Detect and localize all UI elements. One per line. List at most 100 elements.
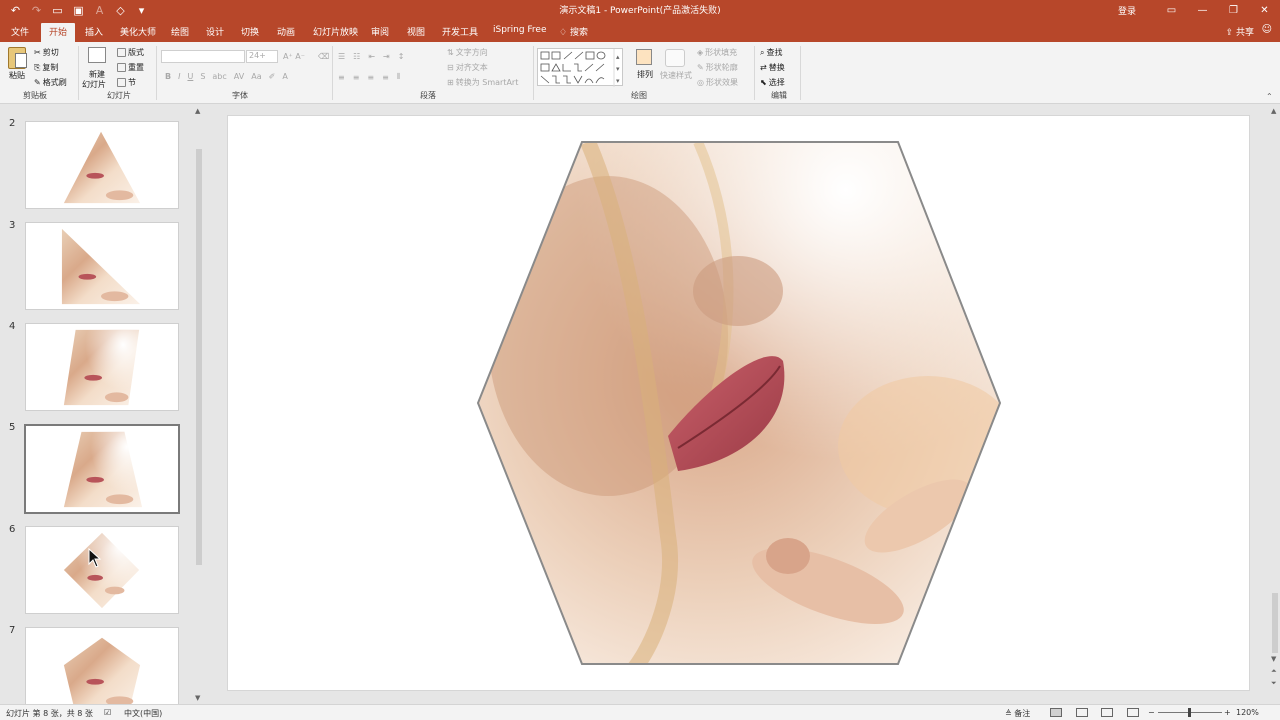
font-size-dropdown[interactable]: 24+ (246, 50, 278, 63)
section-label: 节 (128, 78, 136, 87)
hexagon-photo-shape[interactable] (228, 116, 1251, 692)
font-color-button[interactable]: A (282, 72, 287, 81)
restore-icon[interactable]: ❐ (1218, 5, 1249, 16)
tab-beautify[interactable]: 美化大师 (120, 25, 156, 38)
tab-slideshow[interactable]: 幻灯片放映 (313, 25, 358, 38)
tell-me-search[interactable]: ♢ 搜索 (559, 25, 588, 38)
format-painter-button[interactable]: ✎ 格式刷 (34, 77, 67, 88)
arrange-icon[interactable] (636, 49, 652, 65)
zoom-level[interactable]: 120% (1236, 708, 1259, 717)
bullets-icon[interactable]: ☰ (338, 52, 345, 61)
minimize-icon[interactable]: — (1187, 5, 1218, 16)
spellcheck-icon[interactable]: ☑ (104, 708, 111, 717)
tab-draw[interactable]: 绘图 (171, 25, 189, 38)
slide-thumbnail-4[interactable] (25, 323, 179, 411)
tab-file[interactable]: 文件 (11, 25, 29, 38)
bold-button[interactable]: B (165, 72, 171, 81)
align-center-icon[interactable]: ≡ (353, 73, 360, 82)
reset-button[interactable]: 重置 (117, 62, 144, 73)
numbering-icon[interactable]: ☷ (353, 52, 360, 61)
slide-thumbnail-6[interactable] (25, 526, 179, 614)
notes-button[interactable]: ≜ 备注 (1005, 708, 1030, 719)
layout-button[interactable]: 版式 (117, 47, 144, 58)
copy-button[interactable]: ⎘ 复制 (34, 62, 58, 73)
next-slide-icon[interactable]: ⏷ (1271, 679, 1277, 688)
tab-developer[interactable]: 开发工具 (442, 25, 478, 38)
slide-sorter-view-icon[interactable] (1076, 708, 1088, 717)
scroll-down-icon[interactable]: ▼ (195, 694, 200, 702)
slide-thumbnail-2[interactable] (25, 121, 179, 209)
find-button[interactable]: ⌕ 查找 (760, 47, 782, 58)
tab-insert[interactable]: 插入 (85, 25, 103, 38)
paste-icon[interactable] (8, 47, 27, 69)
scroll-up-icon[interactable]: ▲ (1271, 107, 1276, 115)
new-slide-icon[interactable] (88, 47, 106, 63)
decrease-indent-icon[interactable]: ⇤ (368, 52, 375, 61)
slide-thumbnail-7[interactable] (25, 627, 179, 705)
line-spacing-icon[interactable]: ↕ (398, 52, 405, 61)
thumbnails-scrollbar[interactable]: ▲ ▼ (194, 105, 204, 705)
increase-font-icon[interactable]: A⁺ A⁻ (283, 52, 305, 61)
quick-styles-button[interactable]: 快速样式 (660, 70, 692, 81)
font-name-dropdown[interactable] (161, 50, 245, 63)
justify-icon[interactable]: ≡ (382, 73, 389, 82)
quick-styles-icon[interactable] (665, 49, 685, 67)
tab-animations[interactable]: 动画 (277, 25, 295, 38)
increase-indent-icon[interactable]: ⇥ (383, 52, 390, 61)
select-button[interactable]: ⬉ 选择 (760, 77, 785, 88)
italic-button[interactable]: I (178, 72, 180, 81)
tab-view[interactable]: 视图 (407, 25, 425, 38)
tab-transitions[interactable]: 切换 (241, 25, 259, 38)
change-case-button[interactable]: Aa (251, 72, 261, 81)
scroll-up-icon[interactable]: ▲ (195, 107, 200, 115)
reading-view-icon[interactable] (1101, 708, 1113, 717)
language-indicator[interactable]: 中文(中国) (124, 708, 162, 719)
tab-review[interactable]: 审阅 (371, 25, 389, 38)
highlight-icon[interactable]: ✐ (269, 72, 276, 81)
shape-effects-button[interactable]: ◎ 形状效果 (697, 77, 738, 88)
slide-scroll-thumb[interactable] (1272, 593, 1278, 653)
section-button[interactable]: 节 (117, 77, 136, 88)
underline-button[interactable]: U (187, 72, 193, 81)
zoom-in-icon[interactable]: + (1224, 708, 1231, 717)
slideshow-view-icon[interactable] (1127, 708, 1139, 717)
collapse-ribbon-icon[interactable]: ⌃ (1266, 92, 1273, 101)
strikethrough-button[interactable]: S (200, 72, 205, 81)
share-button[interactable]: ⇪ 共享 (1226, 25, 1254, 38)
normal-view-icon[interactable] (1050, 708, 1062, 717)
shapes-gallery[interactable]: ▴ ▾ ▾ (537, 48, 623, 87)
feedback-smiley-icon[interactable]: ☺ (1262, 24, 1272, 35)
close-icon[interactable]: ✕ (1249, 5, 1280, 16)
ribbon-display-options-icon[interactable]: ▭ (1156, 5, 1187, 16)
zoom-slider-thumb[interactable] (1188, 708, 1191, 717)
slide-thumbnail-3[interactable] (25, 222, 179, 310)
tab-home[interactable]: 开始 (41, 23, 76, 42)
align-text-button[interactable]: ⊟ 对齐文本 (447, 62, 488, 73)
shadow-button[interactable]: abc (212, 72, 226, 81)
thumbnails-scroll-thumb[interactable] (196, 149, 202, 565)
new-slide-label-2[interactable]: 幻灯片 (82, 79, 106, 90)
shape-fill-button[interactable]: ◈ 形状填充 (697, 47, 737, 58)
char-spacing-button[interactable]: AV (234, 72, 244, 81)
previous-slide-icon[interactable]: ⏶ (1271, 667, 1277, 676)
zoom-out-icon[interactable]: − (1148, 708, 1155, 717)
cut-button[interactable]: ✂ 剪切 (34, 47, 59, 58)
slide-scrollbar[interactable]: ▲ ▼ ⏶ ⏷ (1270, 105, 1280, 705)
tab-ispring[interactable]: iSpring Free (493, 25, 547, 35)
convert-smartart-button[interactable]: ⊞ 转换为 SmartArt (447, 77, 518, 88)
replace-button[interactable]: ⇄ 替换 (760, 62, 785, 73)
shape-outline-button[interactable]: ✎ 形状轮廓 (697, 62, 738, 73)
align-left-icon[interactable]: ≡ (338, 73, 345, 82)
login-link[interactable]: 登录 (1118, 4, 1136, 17)
clear-formatting-icon[interactable]: ⌫ (318, 52, 329, 61)
parallelogram-photo-thumb (63, 329, 140, 406)
slide-thumbnail-5[interactable] (24, 424, 180, 514)
text-direction-button[interactable]: ⇅ 文字方向 (447, 47, 488, 58)
current-slide[interactable] (227, 115, 1250, 691)
paste-button[interactable]: 粘贴 (9, 70, 25, 81)
align-right-icon[interactable]: ≡ (367, 73, 374, 82)
columns-icon[interactable]: ⫴ (397, 72, 400, 82)
arrange-button[interactable]: 排列 (637, 69, 653, 80)
scroll-down-icon[interactable]: ▼ (1271, 655, 1276, 663)
tab-design[interactable]: 设计 (206, 25, 224, 38)
